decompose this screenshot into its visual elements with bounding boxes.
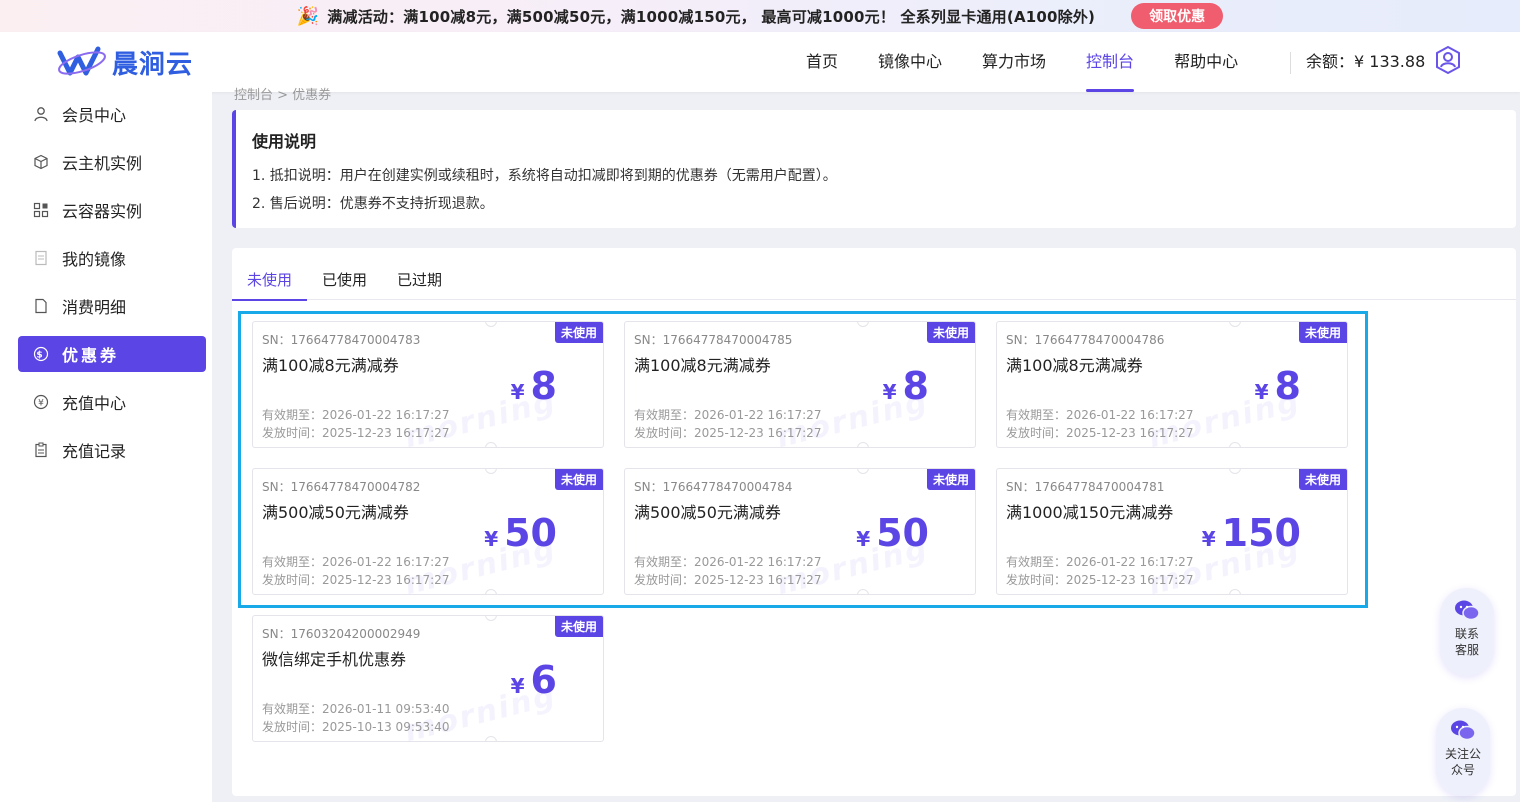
amount-value: 6 (530, 658, 557, 702)
contact-support-label: 联系客服 (1453, 626, 1481, 658)
promo-banner: 🎉 满减活动：满100减8元，满500减50元，满1000减150元， 最高可减… (0, 0, 1520, 32)
notice-line-deduction: 1. 抵扣说明：用户在创建实例或续租时，系统将自动扣减即将到期的优惠券（无需用户… (252, 168, 837, 184)
breadcrumb[interactable]: 控制台 > 优惠券 (234, 84, 331, 103)
sidebar-item-label: 充值记录 (62, 442, 127, 461)
claim-discount-button[interactable]: 领取优惠 (1131, 3, 1224, 29)
sidebar-item-cloud-host[interactable]: 云主机实例 (18, 144, 206, 180)
document-icon (32, 297, 50, 315)
sidebar-item-label: 充值中心 (62, 394, 127, 413)
coupon-issued: 发放时间：2025-10-13 09:53:40 (262, 720, 450, 734)
sidebar-item-label: 消费明细 (62, 298, 127, 317)
sidebar-item-label: 会员中心 (62, 106, 127, 125)
sidebar-item-label: 我的镜像 (62, 250, 127, 269)
sidebar-item-label: 云主机实例 (62, 154, 143, 173)
tab-used[interactable]: 已使用 (307, 260, 382, 300)
ticket-notch (485, 736, 497, 741)
coupon-card[interactable]: morning 未使用 SN：17603204200002949 微信绑定手机优… (252, 615, 604, 742)
clipboard-icon (32, 441, 50, 459)
tab-expired[interactable]: 已过期 (382, 260, 457, 300)
follow-official-account-label: 关注公众号 (1443, 746, 1483, 778)
wechat-icon (1455, 600, 1480, 621)
container-icon (32, 201, 50, 219)
notice-title: 使用说明 (252, 132, 317, 151)
usage-notice: 使用说明 1. 抵扣说明：用户在创建实例或续租时，系统将自动扣减即将到期的优惠券… (232, 110, 1516, 228)
sidebar-item-my-images[interactable]: 我的镜像 (18, 240, 206, 276)
image-file-icon (32, 249, 50, 267)
dollar-circle-icon: $ (32, 345, 50, 363)
coupon-name: 微信绑定手机优惠券 (262, 650, 407, 669)
sidebar-item-billing-details[interactable]: 消费明细 (18, 288, 206, 324)
sidebar-item-cloud-container[interactable]: 云容器实例 (18, 192, 206, 228)
sidebar-item-member-center[interactable]: 会员中心 (18, 96, 206, 132)
svg-text:¥: ¥ (38, 399, 44, 409)
wechat-icon (1451, 720, 1476, 741)
sidebar-item-label: 云容器实例 (62, 202, 143, 221)
status-badge: 未使用 (554, 616, 603, 637)
party-popper-icon: 🎉 (296, 5, 320, 27)
logo-mark-icon (57, 46, 106, 76)
nav-console[interactable]: 控制台 (1066, 32, 1154, 92)
yen-circle-icon: ¥ (32, 393, 50, 411)
ticket-notch (485, 616, 497, 621)
sidebar-item-label: 优惠券 (62, 346, 120, 365)
coupon-amount: ¥6 (511, 658, 557, 702)
nav-compute-market[interactable]: 算力市场 (962, 32, 1066, 92)
main-nav: 首页 镜像中心 算力市场 控制台 帮助中心 (786, 32, 1258, 92)
logo[interactable]: 晨涧云 (56, 42, 193, 82)
nav-home[interactable]: 首页 (786, 32, 858, 92)
coupon-expiry: 有效期至：2026-01-11 09:53:40 (262, 702, 450, 716)
coupon-tabs: 未使用 已使用 已过期 (232, 260, 1516, 301)
promo-text: 满减活动：满100减8元，满500减50元，满1000减150元， 最高可减10… (327, 7, 1096, 26)
svg-text:$: $ (36, 351, 45, 361)
user-avatar-icon[interactable] (1433, 45, 1463, 75)
user-icon (32, 105, 50, 123)
balance-display: 余额：¥ 133.88 (1306, 52, 1426, 71)
tab-unused[interactable]: 未使用 (232, 260, 308, 301)
nav-image-center[interactable]: 镜像中心 (858, 32, 962, 92)
contact-support-button[interactable]: 联系客服 (1440, 588, 1494, 676)
coupon-sn: SN：17603204200002949 (262, 627, 421, 641)
top-header: 晨涧云 首页 镜像中心 算力市场 控制台 帮助中心 余额：¥ 133.88 (0, 32, 1520, 92)
header-divider (1290, 52, 1291, 74)
sidebar-item-recharge-records[interactable]: 充值记录 (18, 432, 206, 468)
follow-official-account-button[interactable]: 关注公众号 (1436, 708, 1490, 796)
follow-official-account-text: 关注公众号 (1444, 747, 1481, 777)
sidebar: 会员中心 云主机实例 云容器实例 我的镜像 消费明细 $ 优惠券 ¥ 充值中心 (0, 92, 212, 802)
yen-symbol: ¥ (510, 674, 525, 698)
notice-line-after-sales: 2. 售后说明：优惠券不支持折现退款。 (252, 196, 494, 212)
logo-text: 晨涧云 (112, 49, 194, 80)
contact-support-text: 联系客服 (1454, 627, 1479, 657)
nav-help-center[interactable]: 帮助中心 (1154, 32, 1258, 92)
selection-highlight-box (238, 311, 1368, 608)
cube-icon (32, 153, 50, 171)
sidebar-item-recharge-center[interactable]: ¥ 充值中心 (18, 384, 206, 420)
sidebar-item-coupons[interactable]: $ 优惠券 (18, 336, 206, 372)
